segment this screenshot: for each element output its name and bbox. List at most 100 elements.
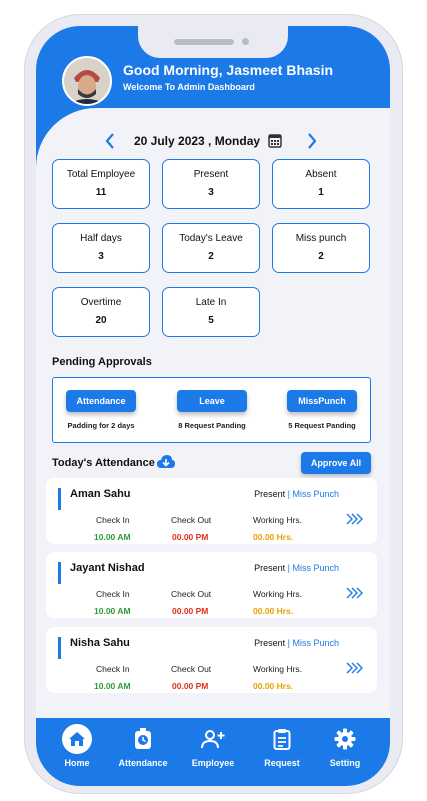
attendance-status: Present | Miss Punch [254, 638, 339, 648]
miss-punch-link[interactable]: Miss Punch [292, 638, 339, 648]
nav-employee[interactable]: Employee [182, 726, 244, 768]
working-hours-label: Working Hrs. [253, 664, 302, 674]
avatar[interactable] [62, 56, 112, 106]
todays-attendance-title: Today's Attendance [52, 457, 155, 469]
nav-label: Employee [191, 758, 235, 768]
stat-value: 3 [98, 251, 104, 262]
leave-approval-button[interactable]: Leave [177, 390, 247, 412]
stat-value: 2 [208, 251, 214, 262]
double-chevron-right-icon[interactable] [345, 662, 363, 678]
leave-approval-caption: 8 Request Panding [178, 421, 246, 430]
check-in-time: 10.00 AM [94, 606, 131, 616]
app-screen: Good Morning, Jasmeet Bhasin Welcome To … [36, 26, 390, 786]
row-accent-bar [58, 562, 61, 584]
stat-value: 11 [95, 187, 107, 198]
status-present: Present [254, 489, 286, 499]
pending-approvals-title: Pending Approvals [52, 356, 152, 368]
stat-card-late-in[interactable]: Late In 5 [162, 287, 260, 337]
check-out-label: Check Out [171, 664, 212, 674]
nav-label: Setting [329, 758, 361, 768]
check-in-label: Check In [96, 664, 130, 674]
status-present: Present [254, 638, 286, 648]
double-chevron-right-icon[interactable] [345, 587, 363, 603]
phone-notch [138, 26, 288, 58]
stat-card-absent[interactable]: Absent 1 [272, 159, 370, 209]
stat-card-present[interactable]: Present 3 [162, 159, 260, 209]
bottom-navigation: Home Attendance Employee Request Setting [36, 718, 390, 786]
stat-value: 3 [208, 187, 214, 198]
stat-label: Late In [195, 297, 227, 308]
welcome-subtitle: Welcome To Admin Dashboard [123, 82, 255, 92]
row-accent-bar [58, 637, 61, 659]
stat-label: Today's Leave [179, 233, 243, 244]
stat-label: Miss punch [295, 233, 347, 244]
clipboard-icon [251, 726, 313, 752]
employee-name: Aman Sahu [70, 488, 131, 500]
employee-name: Jayant Nishad [70, 562, 145, 574]
stat-label: Half days [80, 233, 122, 244]
check-in-label: Check In [96, 589, 130, 599]
nav-label: Request [264, 758, 300, 768]
double-chevron-right-icon[interactable] [345, 513, 363, 529]
nav-attendance[interactable]: Attendance [112, 726, 174, 768]
greeting-text: Good Morning, Jasmeet Bhasin [123, 62, 334, 78]
miss-punch-link[interactable]: Miss Punch [292, 489, 339, 499]
stat-label: Total Employee [66, 169, 136, 180]
attendance-approval-button[interactable]: Attendance [66, 390, 136, 412]
status-separator: | [287, 563, 290, 573]
status-separator: | [287, 489, 290, 499]
working-hours-value: 00.00 Hrs. [253, 681, 294, 691]
attendance-status: Present | Miss Punch [254, 489, 339, 499]
misspunch-approval-button[interactable]: MissPunch [287, 390, 357, 412]
attendance-status: Present | Miss Punch [254, 563, 339, 573]
check-out-time: 00.00 PM [172, 606, 209, 616]
stat-card-miss-punch[interactable]: Miss punch 2 [272, 223, 370, 273]
attendance-row[interactable]: Jayant Nishad Present | Miss Punch Check… [46, 552, 377, 618]
calendar-icon[interactable] [268, 133, 282, 148]
current-date: 20 July 2023 , Monday [134, 134, 261, 148]
attendance-approval-caption: Padding for 2 days [67, 421, 135, 430]
nav-setting[interactable]: Setting [314, 726, 376, 768]
stat-card-overtime[interactable]: Overtime 20 [52, 287, 150, 337]
clock-icon [112, 726, 174, 752]
nav-label: Home [64, 758, 90, 768]
stat-label: Present [193, 169, 229, 180]
stat-card-todays-leave[interactable]: Today's Leave 2 [162, 223, 260, 273]
employee-name: Nisha Sahu [70, 637, 130, 649]
nav-label: Attendance [118, 758, 168, 768]
stat-card-total-employee[interactable]: Total Employee 11 [52, 159, 150, 209]
attendance-row[interactable]: Aman Sahu Present | Miss Punch Check In … [46, 478, 377, 544]
chevron-right-icon[interactable] [306, 131, 318, 154]
miss-punch-link[interactable]: Miss Punch [292, 563, 339, 573]
working-hours-label: Working Hrs. [253, 515, 302, 525]
cloud-download-icon[interactable] [156, 454, 176, 474]
add-user-icon [182, 726, 244, 752]
home-icon [62, 724, 92, 754]
chevron-left-icon[interactable] [104, 131, 116, 154]
working-hours-value: 00.00 Hrs. [253, 606, 294, 616]
status-separator: | [287, 638, 290, 648]
stat-value: 1 [318, 187, 324, 198]
attendance-row[interactable]: Nisha Sahu Present | Miss Punch Check In… [46, 627, 377, 693]
gear-icon [314, 726, 376, 752]
check-in-time: 10.00 AM [94, 532, 131, 542]
check-in-time: 10.00 AM [94, 681, 131, 691]
misspunch-approval-caption: 5 Request Panding [288, 421, 356, 430]
status-present: Present [254, 563, 286, 573]
row-accent-bar [58, 488, 61, 510]
date-navigator: 20 July 2023 , Monday [36, 131, 390, 151]
nav-home[interactable]: Home [46, 724, 108, 768]
approve-all-button[interactable]: Approve All [301, 452, 371, 474]
check-out-time: 00.00 PM [172, 681, 209, 691]
stat-value: 2 [318, 251, 324, 262]
stat-value: 20 [95, 315, 107, 326]
check-in-label: Check In [96, 515, 130, 525]
pending-approvals-panel: Attendance Padding for 2 days Leave 8 Re… [52, 377, 371, 443]
working-hours-label: Working Hrs. [253, 589, 302, 599]
check-out-label: Check Out [171, 589, 212, 599]
stat-value: 5 [208, 315, 214, 326]
nav-request[interactable]: Request [251, 726, 313, 768]
stat-card-half-days[interactable]: Half days 3 [52, 223, 150, 273]
working-hours-value: 00.00 Hrs. [253, 532, 294, 542]
stat-label: Overtime [80, 297, 122, 308]
